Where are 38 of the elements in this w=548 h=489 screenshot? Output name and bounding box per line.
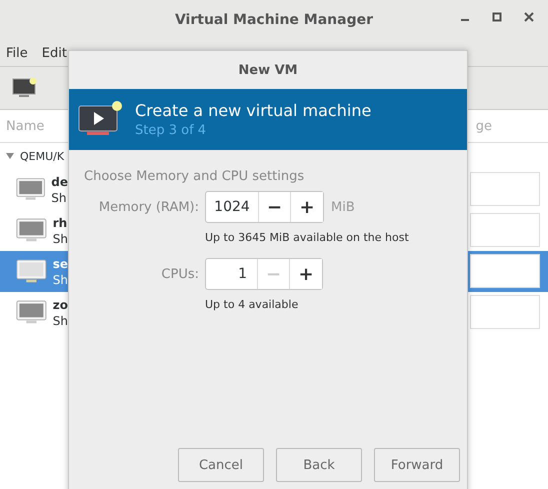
dialog-button[interactable]: Back bbox=[276, 448, 362, 482]
vm-status: Sh bbox=[52, 230, 68, 246]
vm-name: de bbox=[51, 174, 68, 190]
unit-label: MiB bbox=[331, 200, 355, 214]
connection-label: QEMU/K bbox=[20, 150, 64, 162]
hint-text: Up to 3645 MiB available on the host bbox=[205, 231, 410, 244]
hint-text: Up to 4 available bbox=[205, 298, 300, 311]
vm-row[interactable]: rh Sh bbox=[0, 210, 68, 251]
expanded-arrow-icon[interactable] bbox=[5, 152, 15, 160]
vm-row[interactable]: de Sh bbox=[0, 169, 68, 210]
section-label: Choose Memory and CPU settings bbox=[84, 169, 306, 184]
vm-status: Sh bbox=[52, 312, 68, 328]
usage-graph bbox=[470, 172, 540, 206]
step-label: Step 3 of 4 bbox=[135, 123, 208, 138]
usage-graph bbox=[470, 213, 540, 247]
wizard-heading: Create a new virtual machine bbox=[135, 101, 372, 120]
new-vm-icon[interactable] bbox=[12, 77, 38, 99]
menu-item[interactable]: File bbox=[6, 46, 28, 60]
spin-field[interactable]: 1024 − + bbox=[205, 191, 324, 223]
close-icon[interactable] bbox=[524, 12, 534, 22]
vm-name: zo bbox=[52, 296, 68, 312]
vm-name: rh bbox=[52, 214, 68, 230]
window-title: Virtual Machine Manager bbox=[174, 12, 374, 28]
dialog-title: New VM bbox=[238, 62, 298, 78]
spin-field[interactable]: 1 − + bbox=[205, 258, 323, 290]
dialog-button[interactable]: Cancel bbox=[178, 448, 264, 482]
dialog-button[interactable]: Forward bbox=[374, 448, 460, 482]
field-label: CPUs: bbox=[161, 266, 199, 282]
maximize-icon[interactable] bbox=[492, 12, 502, 22]
vm-status: Sh bbox=[51, 190, 68, 206]
vm-row[interactable]: zo Sh bbox=[0, 292, 68, 333]
vm-name: se bbox=[52, 256, 68, 272]
menu-item[interactable]: Edit bbox=[42, 46, 67, 60]
field-label: Memory (RAM): bbox=[98, 200, 199, 214]
vm-status: Sh bbox=[52, 272, 68, 288]
usage-graph bbox=[470, 295, 540, 329]
usage-graph bbox=[470, 254, 540, 288]
usage-cell[interactable] bbox=[468, 251, 548, 292]
